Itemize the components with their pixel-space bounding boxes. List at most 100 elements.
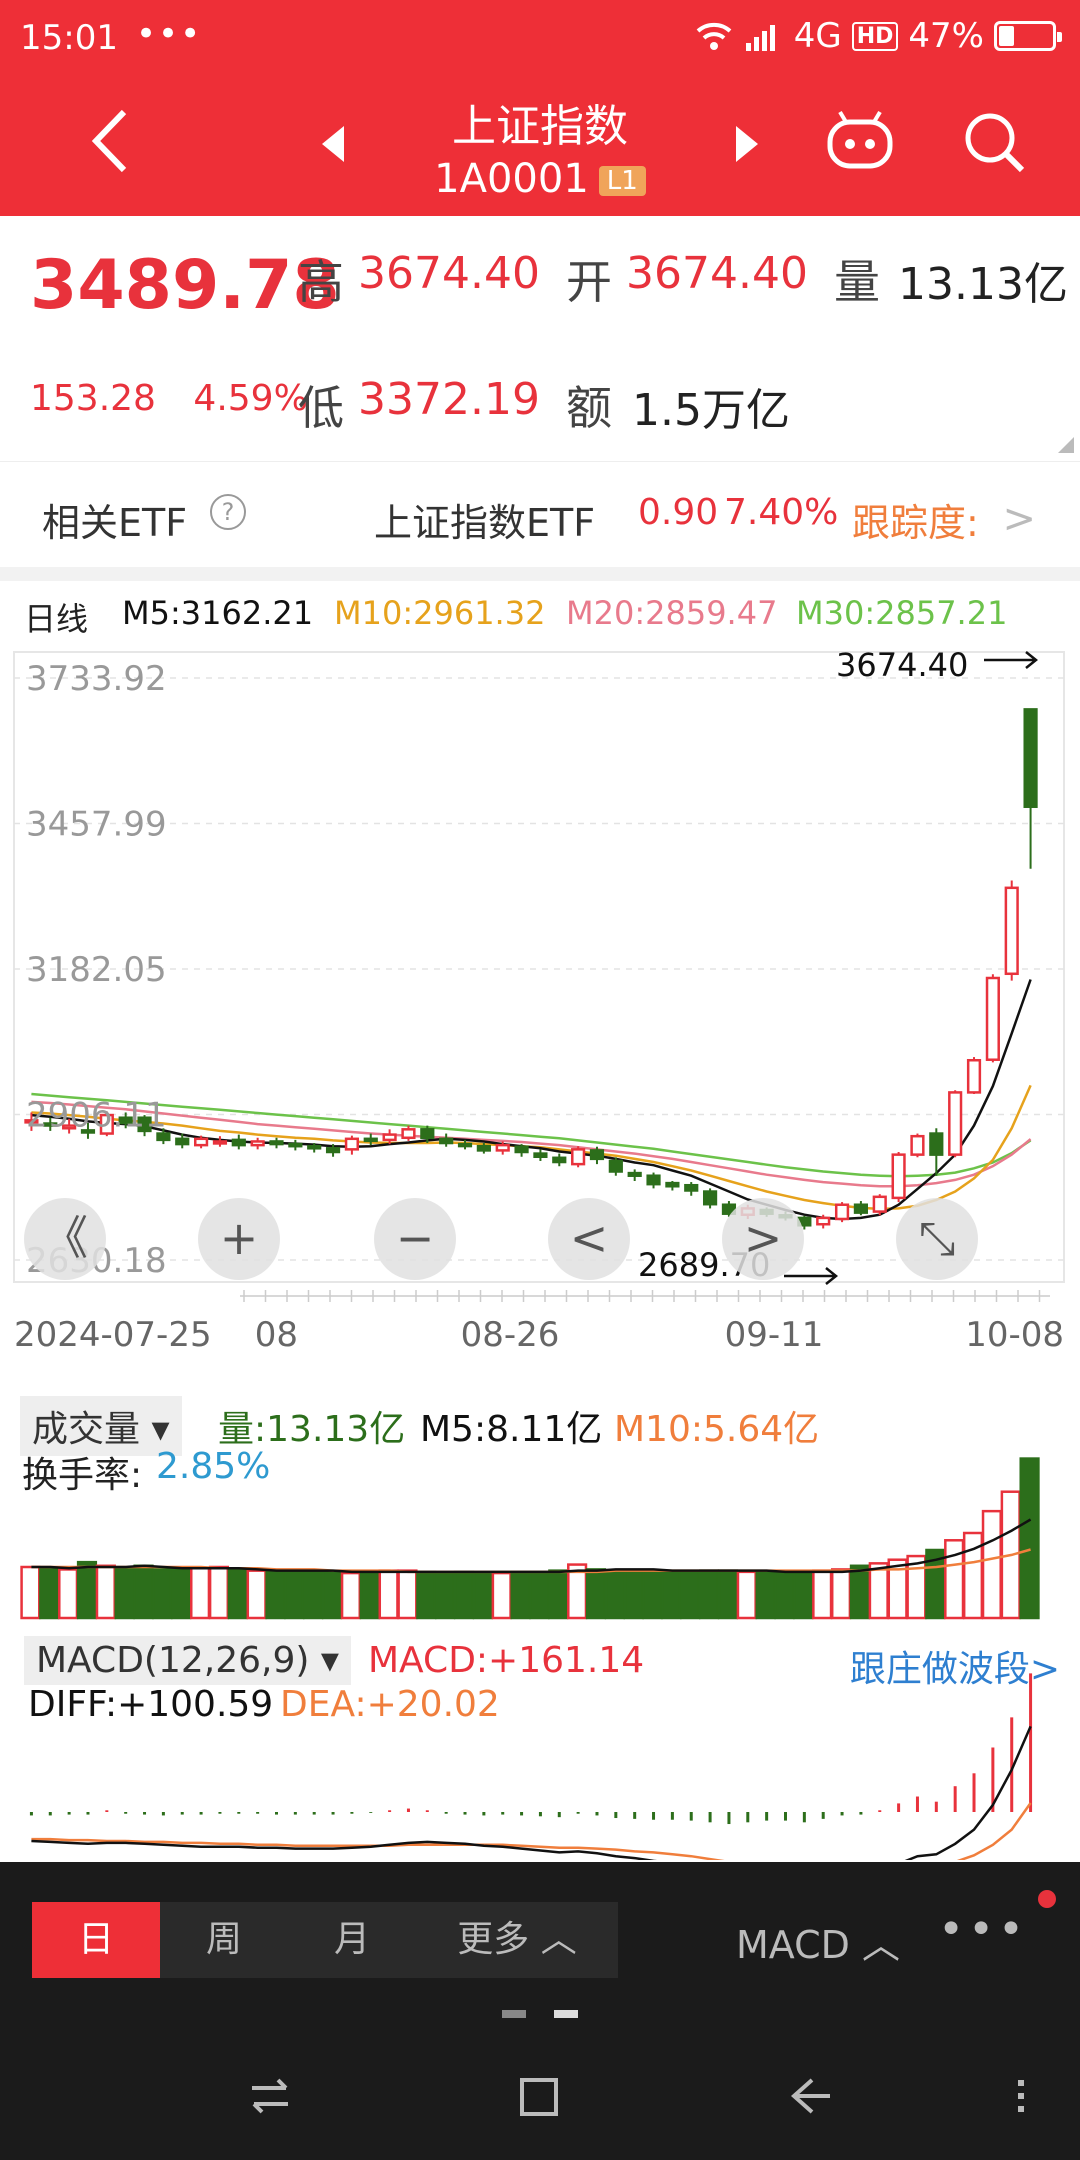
stock-code-row: 1A0001 L1 [0, 156, 1080, 202]
candle-body [457, 1142, 473, 1148]
switch-icon[interactable] [246, 2072, 294, 2120]
volume-bar [284, 1570, 305, 1620]
period-label[interactable]: 日线 [24, 594, 88, 640]
notification-dots: ••• [136, 14, 203, 54]
y-tick-label: 3733.92 [26, 659, 167, 699]
volume-bar [981, 1509, 1002, 1620]
volume-bar [321, 1570, 343, 1620]
search-icon[interactable] [962, 110, 1028, 176]
volume-bar [548, 1569, 569, 1620]
volume-bar [208, 1565, 230, 1620]
volume-bar [95, 1564, 116, 1620]
candle-body [834, 1203, 850, 1221]
divider [0, 567, 1080, 581]
volume-bar [774, 1570, 795, 1620]
next-stock-icon[interactable] [732, 124, 762, 164]
volume-bar [661, 1570, 682, 1620]
candle-body [1004, 886, 1019, 976]
volume-bar [491, 1571, 512, 1620]
volume-label: 量 [834, 255, 880, 309]
candle-body [420, 1128, 435, 1140]
battery-percent: 47% [908, 16, 984, 56]
clock: 15:01 [20, 18, 118, 58]
candle-body [495, 1143, 510, 1152]
x-tick-label: 08-26 [461, 1315, 560, 1355]
robot-icon[interactable] [824, 108, 896, 176]
help-icon[interactable]: ? [210, 494, 246, 530]
volume-bar [698, 1569, 720, 1620]
volume-bar [359, 1570, 380, 1620]
volume-bar [416, 1570, 437, 1620]
x-tick-label: 10-08 [965, 1315, 1064, 1355]
bottom-bar: 日 周 月 更多 ︿ MACD ︿ ••• [0, 1862, 1080, 2160]
pager-dot [502, 2010, 526, 2018]
volume-bar [1019, 1457, 1040, 1620]
tab-day[interactable]: 日 [32, 1902, 160, 1978]
ma5-line [31, 979, 1032, 1221]
tracking-label: 跟踪度: [852, 501, 979, 545]
candle-body [948, 1091, 963, 1156]
volume-bar [755, 1570, 776, 1620]
volume-bar [510, 1570, 531, 1620]
battery-icon [994, 21, 1062, 51]
next-button[interactable]: > [722, 1198, 804, 1280]
volume-bar [340, 1571, 362, 1620]
volume-bar [171, 1568, 192, 1620]
first-page-button[interactable]: 《 [24, 1198, 106, 1280]
volume-bar [435, 1571, 456, 1620]
max-price-note: 3674.40 [836, 646, 968, 684]
tab-more[interactable]: 更多 ︿ [416, 1902, 618, 1978]
more-menu-icon[interactable]: ••• [938, 1904, 1028, 1955]
candle-body [608, 1159, 623, 1173]
tab-week[interactable]: 周 [160, 1902, 288, 1978]
volume-bar [20, 1565, 41, 1620]
etf-name: 上证指数ETF [374, 501, 596, 545]
volume-bar [830, 1568, 852, 1620]
candle-body [533, 1152, 548, 1158]
volume-chart[interactable] [0, 1440, 1080, 1620]
zoom-in-button[interactable]: + [198, 1198, 280, 1280]
volume-value: 13.13亿 [898, 259, 1068, 310]
back-nav-icon[interactable] [786, 2072, 834, 2120]
home-icon[interactable] [516, 2072, 564, 2120]
candle-body [175, 1137, 190, 1146]
volume-bar [585, 1568, 607, 1620]
pager-dot-active [554, 2010, 578, 2018]
ma5-legend: M5:3162.21 [122, 594, 314, 632]
page-title: 上证指数 [452, 101, 628, 152]
zoom-out-button[interactable]: − [374, 1198, 456, 1280]
expand-corner-icon[interactable] [1058, 437, 1074, 453]
ma10-legend: M10:2961.32 [334, 594, 546, 632]
diff-line [31, 1725, 1032, 1860]
volume-bar [189, 1566, 211, 1620]
y-tick-label: 2906.11 [26, 1096, 167, 1136]
candle-body [288, 1142, 303, 1148]
amount-label: 额 [566, 381, 612, 435]
prev-button[interactable]: < [548, 1198, 630, 1280]
candle-body [250, 1140, 265, 1147]
chart-frame [13, 651, 1065, 1283]
last-price: 3489.78 [30, 246, 340, 325]
price-change: 153.28 4.59% [30, 378, 308, 419]
candle-body [401, 1128, 416, 1140]
volume-bar [717, 1569, 739, 1620]
menu-icon[interactable] [1010, 2072, 1034, 2120]
macd-chart[interactable] [0, 1660, 1080, 1860]
chevron-right-icon[interactable]: > [1002, 496, 1036, 542]
candle-body [627, 1171, 642, 1177]
level-badge: L1 [598, 166, 646, 196]
x-tick-label: 2024-07-25 [14, 1315, 212, 1355]
volume-bar [868, 1562, 889, 1620]
indicator-switch[interactable]: MACD ︿ [736, 1914, 900, 1969]
related-etf-row[interactable]: 相关ETF ? 上证指数ETF 0.90 7.40% 跟踪度: > [0, 461, 1080, 567]
candle-body [552, 1156, 567, 1164]
low-label: 低 [298, 381, 344, 435]
candle-body [212, 1140, 228, 1145]
high-label: 高 [298, 255, 344, 309]
wifi-icon [696, 22, 732, 50]
volume-bar [246, 1569, 267, 1620]
etf-label: 相关ETF [42, 501, 188, 545]
candle-body [1023, 708, 1038, 808]
fullscreen-button[interactable]: ⤡ [896, 1198, 978, 1280]
tab-month[interactable]: 月 [288, 1902, 416, 1978]
